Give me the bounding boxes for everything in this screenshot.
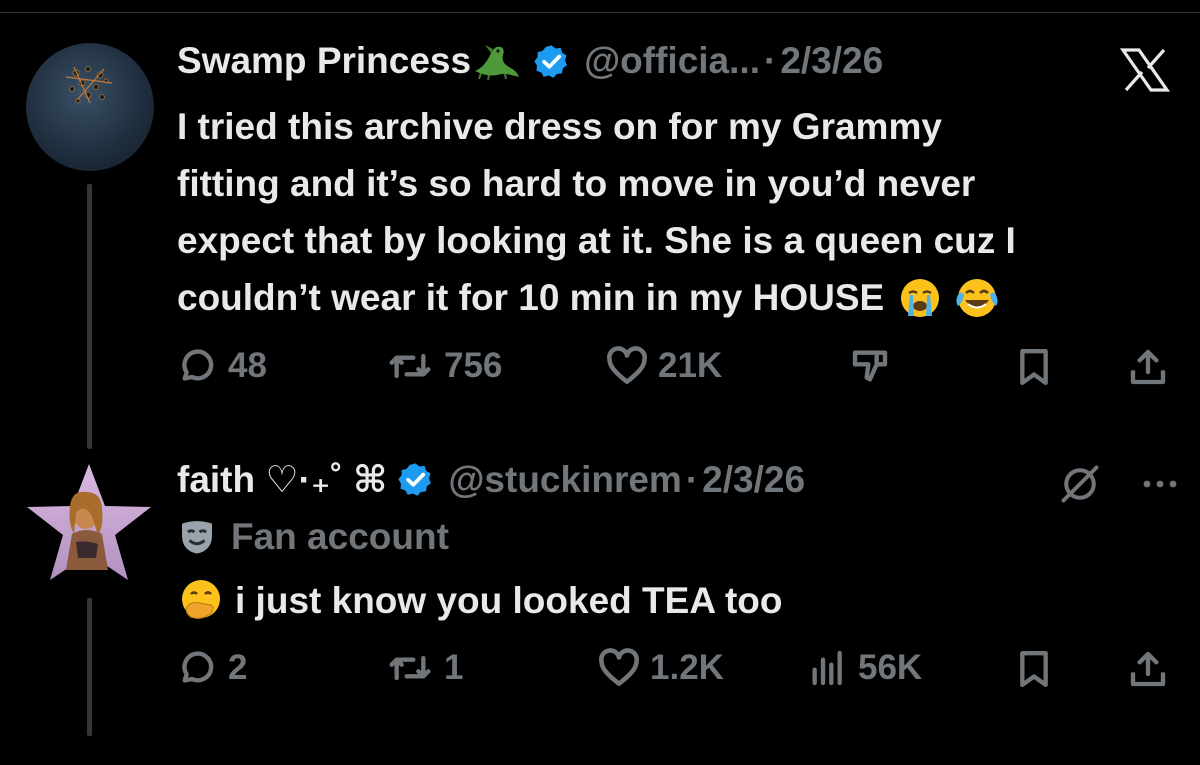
heart-icon [607,346,647,385]
separator-dot: · [763,40,777,81]
verified-badge-icon [398,463,432,496]
bookmark-button[interactable] [1014,346,1054,388]
reply-count: 2 [228,648,248,687]
tweet1-body: I tried this archive dress on for my Gra… [177,98,1016,326]
loudly-crying-face-emoji-icon [901,278,940,317]
body-line: couldn’t wear it for 10 min in my HOUSE [177,277,885,318]
handle[interactable]: @stuckinrem [448,459,682,501]
share-button[interactable] [1128,346,1168,388]
like-button[interactable]: 21K [606,346,722,386]
tweet1-header: Swamp Princess @officia... · 2/3/26 [177,40,883,82]
tweet1-action-bar: 48 756 21K [178,346,1168,390]
tweet2-header: faith ♡·₊˚ ⌘ @stuckinrem · 2/3/26 [177,458,805,501]
tweet2-action-bar: 2 1 1.2K 56K [178,648,1168,692]
reply-icon [182,651,214,683]
thread-connector-line [87,598,92,736]
tweet2-body: i just know you looked TEA too [177,572,782,629]
thread-connector-line [87,184,92,449]
share-icon [1130,349,1166,385]
performing-arts-mask-icon [182,521,212,554]
repost-count: 756 [444,346,503,385]
like-button[interactable]: 1.2K [598,648,724,688]
display-name[interactable]: Swamp Princess [177,40,471,82]
grok-icon[interactable] [1058,462,1102,506]
crocodile-emoji-icon [475,45,520,81]
avatar-image [65,66,113,104]
like-count: 1.2K [650,648,724,687]
reply-count: 48 [228,346,267,385]
post-date[interactable]: 2/3/26 [780,40,883,82]
reply-icon [182,349,214,381]
views-button[interactable]: 56K [808,648,922,688]
share-button[interactable] [1128,648,1168,690]
repost-button[interactable]: 756 [386,346,502,386]
body-line: fitting and it’s so hard to move in you’… [177,163,976,204]
x-post-thread-screenshot: Swamp Princess @officia... · 2/3/26 I tr… [0,0,1200,765]
repost-count: 1 [444,648,464,687]
body-line: expect that by looking at it. She is a q… [177,220,1016,261]
analytics-icon [812,650,842,686]
face-with-tears-of-joy-emoji-icon [956,278,998,317]
avatar-swamp-princess[interactable] [26,43,154,171]
separator-dot: · [685,458,699,500]
reply-button[interactable]: 2 [178,648,247,688]
more-options-icon[interactable] [1142,479,1178,489]
view-count: 56K [858,648,923,687]
body-text: i just know you looked TEA too [235,580,783,621]
post-date[interactable]: 2/3/26 [702,459,805,501]
downvote-icon [852,350,888,382]
fan-account-text: Fan account [231,516,449,557]
fan-account-label: Fan account [177,516,449,558]
body-line: I tried this archive dress on for my Gra… [177,106,942,147]
avatar-faith[interactable] [24,462,154,584]
reply-button[interactable]: 48 [178,346,267,386]
tweet2-top-right-icons [1058,462,1178,506]
body-last-line-wrap: couldn’t wear it for 10 min in my HOUSE [177,269,1016,326]
avatar-image [27,464,151,580]
verified-badge-icon [534,44,568,78]
top-divider [0,12,1200,13]
bookmark-button[interactable] [1014,648,1054,690]
face-with-hand-over-mouth-emoji-icon [182,579,220,619]
heart-icon [599,648,639,687]
repost-icon [389,353,431,379]
x-logo-icon[interactable] [1120,48,1170,92]
bookmark-icon [1020,651,1048,687]
repost-button[interactable]: 1 [386,648,463,688]
bookmark-icon [1020,349,1048,385]
share-icon [1130,651,1166,687]
repost-icon [389,655,431,681]
display-name[interactable]: faith ♡·₊˚ ⌘ [177,458,387,501]
dislike-button[interactable] [850,346,890,386]
like-count: 21K [658,346,723,385]
handle[interactable]: @officia... [584,40,760,82]
